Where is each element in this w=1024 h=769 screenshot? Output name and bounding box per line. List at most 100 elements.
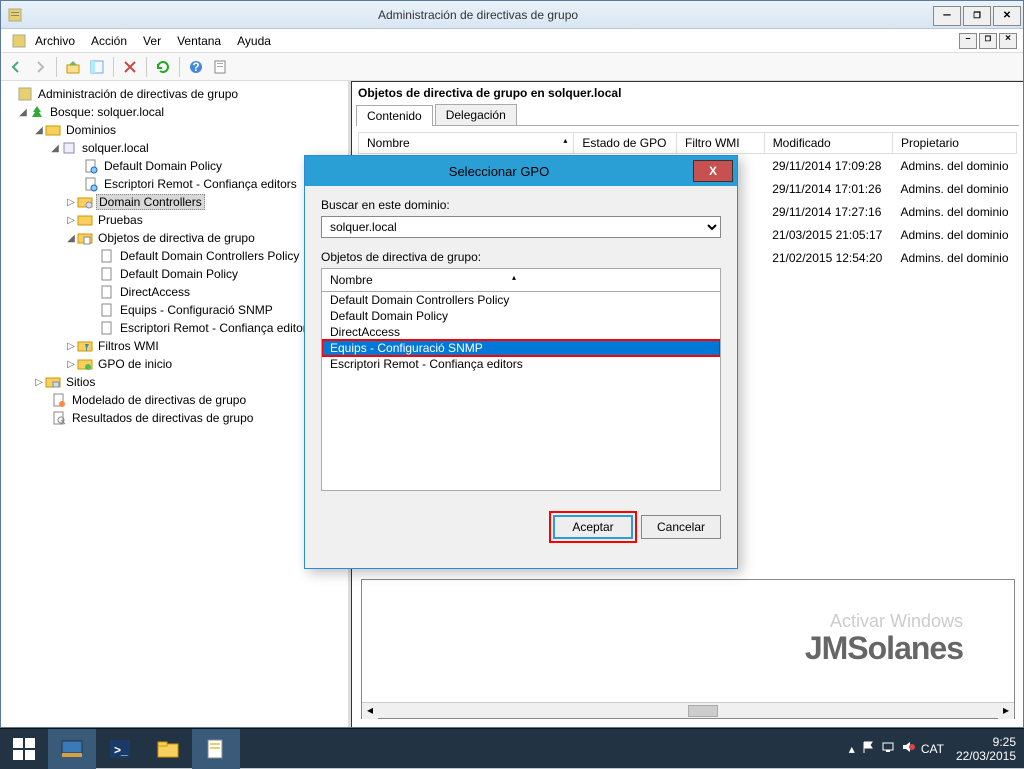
cancel-button[interactable]: Cancelar <box>641 515 721 539</box>
refresh-button[interactable] <box>152 56 174 78</box>
taskbar-gpmc[interactable] <box>192 729 240 769</box>
tree-root[interactable]: Administración de directivas de grupo <box>36 87 240 101</box>
maximize-button[interactable]: ❐ <box>963 6 991 26</box>
tree-gpo-item[interactable]: DirectAccess <box>118 285 192 299</box>
forest-icon <box>29 104 45 120</box>
dialog-titlebar[interactable]: Seleccionar GPO X <box>305 156 737 186</box>
gpo-list[interactable]: Default Domain Controllers PolicyDefault… <box>321 291 721 491</box>
up-button[interactable] <box>62 56 84 78</box>
col-propietario[interactable]: Propietario <box>892 133 1016 154</box>
start-button[interactable] <box>0 729 48 769</box>
console-root-icon <box>17 86 33 102</box>
tree-gpo-item[interactable]: Escriptori Remot - Confiança editors <box>118 321 315 335</box>
menu-ayuda[interactable]: Ayuda <box>229 31 279 51</box>
menu-accion[interactable]: Acción <box>83 31 135 51</box>
menu-archivo[interactable]: Archivo <box>27 31 83 51</box>
expand-icon[interactable]: ▷ <box>33 377 45 388</box>
tree-resultados[interactable]: Resultados de directivas de grupo <box>70 411 255 425</box>
scroll-thumb[interactable] <box>688 705 718 717</box>
horizontal-scrollbar[interactable]: ◂ ▸ <box>362 702 1014 718</box>
tree-forest[interactable]: Bosque: solquer.local <box>48 105 166 119</box>
taskbar-powershell[interactable]: >_ <box>96 729 144 769</box>
expand-icon[interactable]: ▷ <box>65 197 77 208</box>
svg-text:>_: >_ <box>114 743 128 757</box>
domain-select[interactable]: solquer.local <box>321 216 721 238</box>
expand-icon[interactable]: ▷ <box>65 341 77 352</box>
delete-button[interactable] <box>119 56 141 78</box>
gpo-container-icon <box>77 230 93 246</box>
close-button[interactable]: ✕ <box>993 6 1021 26</box>
list-item[interactable]: Default Domain Controllers Policy <box>322 292 720 308</box>
expand-icon[interactable]: ◢ <box>65 233 77 244</box>
col-filtro[interactable]: Filtro WMI <box>676 133 764 154</box>
tray-lang[interactable]: CAT <box>921 742 944 756</box>
tray-up-icon[interactable]: ▴ <box>849 742 855 756</box>
tree-pruebas[interactable]: Pruebas <box>96 213 145 227</box>
taskbar-server-manager[interactable] <box>48 729 96 769</box>
console-tree-button[interactable] <box>86 56 108 78</box>
jmsolanes-watermark: JMSolanes <box>805 630 963 667</box>
gpo-link-icon <box>83 158 99 174</box>
col-modificado[interactable]: Modificado <box>764 133 892 154</box>
domain-icon <box>61 140 77 156</box>
list-col-nombre[interactable]: Nombre▴ <box>321 268 721 291</box>
col-estado[interactable]: Estado de GPO <box>574 133 677 154</box>
tab-delegacion[interactable]: Delegación <box>435 104 517 125</box>
help-button[interactable]: ? <box>185 56 207 78</box>
mdi-close-button[interactable]: × <box>999 33 1017 49</box>
tree-escriptori-remot[interactable]: Escriptori Remot - Confiança editors <box>102 177 299 191</box>
window-buttons: — ❐ ✕ <box>933 4 1023 26</box>
tray-network-icon[interactable] <box>881 740 895 757</box>
tree-gpo-item[interactable]: Default Domain Controllers Policy <box>118 249 301 263</box>
svg-text:?: ? <box>192 60 199 74</box>
titlebar: Administración de directivas de grupo — … <box>1 1 1023 29</box>
tree-sitios[interactable]: Sitios <box>64 375 97 389</box>
expand-icon[interactable]: ▷ <box>65 359 77 370</box>
accept-button[interactable]: Aceptar <box>553 515 633 539</box>
ou-icon <box>77 194 93 210</box>
expand-icon[interactable]: ◢ <box>17 107 29 118</box>
list-item[interactable]: Default Domain Policy <box>322 308 720 324</box>
col-nombre[interactable]: Nombre▴ <box>359 133 574 154</box>
ou-icon <box>77 212 93 228</box>
nav-forward-button[interactable] <box>29 56 51 78</box>
list-item[interactable]: DirectAccess <box>322 324 720 340</box>
tree-gpo-item[interactable]: Equips - Configuració SNMP <box>118 303 275 317</box>
list-item[interactable]: Escriptori Remot - Confiança editors <box>322 356 720 372</box>
menu-ventana[interactable]: Ventana <box>169 31 229 51</box>
mdi-restore-button[interactable]: ❐ <box>979 33 997 49</box>
mdi-minimize-button[interactable]: – <box>959 33 977 49</box>
scroll-right-icon[interactable]: ▸ <box>998 703 1014 719</box>
tray-flag-icon[interactable] <box>861 740 875 757</box>
tree-filtros-wmi[interactable]: Filtros WMI <box>96 339 161 353</box>
tree-default-domain-policy[interactable]: Default Domain Policy <box>102 159 224 173</box>
expand-icon[interactable]: ◢ <box>33 125 45 136</box>
minimize-button[interactable]: — <box>933 6 961 26</box>
expand-icon[interactable]: ◢ <box>49 143 61 154</box>
tree-domain[interactable]: solquer.local <box>80 141 151 155</box>
tree-dominios[interactable]: Dominios <box>64 123 118 137</box>
dialog-close-button[interactable]: X <box>693 160 733 182</box>
tree-domain-controllers[interactable]: Domain Controllers <box>96 194 205 210</box>
nav-back-button[interactable] <box>5 56 27 78</box>
taskbar-explorer[interactable] <box>144 729 192 769</box>
menubar-icon <box>11 33 27 49</box>
gpo-icon <box>99 266 115 282</box>
system-tray: ▴ CAT 9:25 22/03/2015 <box>849 735 1024 763</box>
tree-gpo-objects[interactable]: Objetos de directiva de grupo <box>96 231 257 245</box>
tree-gpo-inicio[interactable]: GPO de inicio <box>96 357 174 371</box>
menu-ver[interactable]: Ver <box>135 31 169 51</box>
tray-clock[interactable]: 9:25 22/03/2015 <box>950 735 1016 763</box>
tree-gpo-item[interactable]: Default Domain Policy <box>118 267 240 281</box>
list-item[interactable]: Equips - Configuració SNMP <box>322 340 720 356</box>
properties-button[interactable] <box>209 56 231 78</box>
app-icon <box>7 7 23 23</box>
details-header: Objetos de directiva de grupo en solquer… <box>352 82 1023 104</box>
scroll-left-icon[interactable]: ◂ <box>362 703 378 719</box>
tree-pane[interactable]: Administración de directivas de grupo ◢B… <box>1 81 351 727</box>
expand-icon[interactable]: ▷ <box>65 215 77 226</box>
tab-contenido[interactable]: Contenido <box>356 105 433 126</box>
tray-volume-icon[interactable] <box>901 740 915 757</box>
tree-modelado[interactable]: Modelado de directivas de grupo <box>70 393 248 407</box>
gpo-icon <box>99 284 115 300</box>
